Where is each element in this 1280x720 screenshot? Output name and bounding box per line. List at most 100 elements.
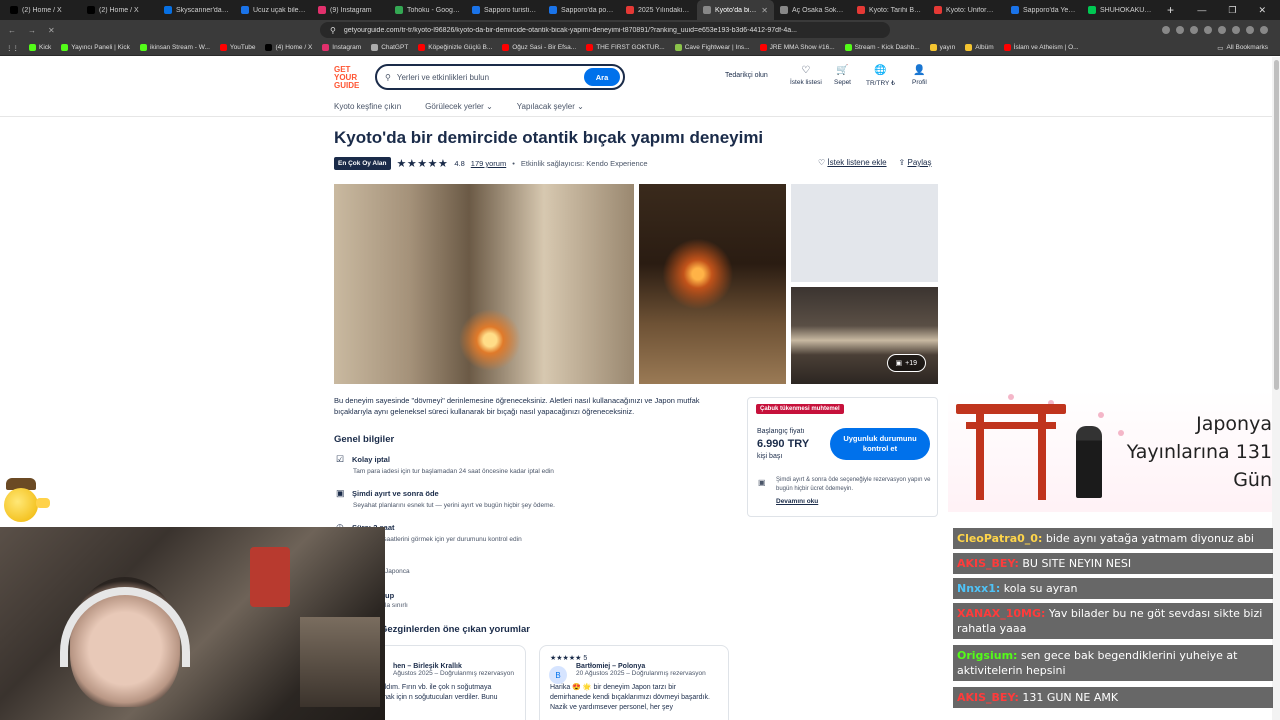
extension-icon[interactable]: [1218, 26, 1226, 34]
address-bar[interactable]: ⚲ getyourguide.com/tr-tr/kyoto-l96826/ky…: [320, 22, 890, 38]
meta-separator: •: [512, 159, 515, 168]
bookmarks-bar: ⋮⋮ Kick Yayıncı Paneli | Kick ikinsan Stre…: [0, 40, 1280, 56]
bookmark-item[interactable]: ikinsan Stream - W...: [139, 44, 210, 51]
close-tab-icon[interactable]: ✕: [761, 6, 768, 15]
stop-icon[interactable]: ✕: [48, 26, 55, 35]
header-user-button[interactable]: 👤 Profil: [912, 66, 927, 87]
back-icon[interactable]: ←: [8, 26, 16, 35]
extension-icon[interactable]: [1204, 26, 1212, 34]
tab-favicon-icon: [472, 6, 480, 14]
site-info-icon[interactable]: ⚲: [330, 26, 336, 35]
extension-icon[interactable]: [1190, 26, 1198, 34]
bookmark-item[interactable]: (4) Home / X: [265, 44, 312, 51]
browser-tab[interactable]: (9) Instagram: [312, 0, 389, 20]
rating-stars: ★★★★★: [396, 158, 449, 170]
extension-icon[interactable]: [1176, 26, 1184, 34]
tab-favicon-icon: [10, 6, 18, 14]
info-fragment: Japonca: [385, 568, 410, 575]
subnav-item[interactable]: Kyoto keşfine çıkın: [334, 102, 401, 111]
menu-icon[interactable]: [1260, 26, 1268, 34]
more-photos-button[interactable]: ▣ +19: [886, 354, 926, 372]
photo-main[interactable]: [334, 184, 634, 384]
browser-tab[interactable]: (2) Home / X: [81, 0, 158, 20]
profile-icon[interactable]: [1246, 26, 1254, 34]
share-action[interactable]: ⇪ Paylaş: [899, 158, 932, 167]
bookmark-item[interactable]: Köpeğinizle Güçlü B...: [418, 44, 492, 51]
browser-tab[interactable]: 2025 Yılındaki EN P: [620, 0, 697, 20]
new-tab-icon[interactable]: +: [1167, 3, 1174, 17]
bookmark-item[interactable]: Cave Fightwear | Ins...: [674, 44, 750, 51]
browser-tab[interactable]: SHUHOKAKU KOGE: [1082, 0, 1159, 20]
bookmark-item[interactable]: yayın: [929, 44, 955, 51]
bookmark-item[interactable]: Yayıncı Paneli | Kick: [61, 44, 130, 51]
browser-tab[interactable]: Ucuz uçak bileti en: [235, 0, 312, 20]
info-subtitle: Tam para iadesi için tur başlamadan 24 s…: [353, 468, 554, 475]
bookmark-item[interactable]: Kick: [29, 44, 51, 51]
browser-tab[interactable]: Aç Osaka Sokak Ye: [774, 0, 851, 20]
price-from-label: Başlangıç fiyatı: [757, 428, 805, 435]
bookmark-item[interactable]: ChatGPT: [371, 44, 408, 51]
bookmark-icon: [502, 44, 510, 51]
apps-icon[interactable]: ⋮⋮: [6, 44, 19, 52]
header-heart-button[interactable]: ♡ İstek listesi: [790, 66, 822, 87]
forward-icon[interactable]: →: [28, 26, 36, 35]
reserve-note: Şimdi ayırt & sonra öde seçeneğiyle reze…: [776, 477, 931, 492]
check-availability-button[interactable]: Uygunluk durumunu kontrol et: [830, 428, 930, 460]
browser-tab[interactable]: Kyoto'da bir de ✕: [697, 0, 774, 20]
search-bar[interactable]: ⚲ Yerleri ve etkinlikleri bulun Ara: [375, 64, 625, 90]
bookmark-icon: [29, 44, 36, 51]
emoji-mascot: [2, 478, 50, 526]
chat-username: Origsium:: [957, 649, 1018, 662]
browser-tab[interactable]: Tohoku - Google M: [389, 0, 466, 20]
extension-icon[interactable]: [1162, 26, 1170, 34]
bookmark-item[interactable]: Instagram: [322, 44, 361, 51]
minimize-icon[interactable]: —: [1197, 5, 1206, 16]
search-button[interactable]: Ara: [584, 68, 620, 86]
subnav-item[interactable]: Görülecek yerler: [425, 102, 493, 111]
close-window-icon[interactable]: ✕: [1258, 5, 1266, 16]
maximize-icon[interactable]: ❐: [1228, 5, 1236, 16]
photo-placeholder[interactable]: [791, 184, 938, 282]
bookmark-item[interactable]: Oğuz Sasi - Bir Efsa...: [502, 44, 576, 51]
extension-icon[interactable]: [1232, 26, 1240, 34]
review-card[interactable]: B ★★★★★ 5 Bartłomiej – Polonya 20 Ağustos 2…: [539, 645, 729, 720]
browser-tab[interactable]: Skyscanner'da Okin: [158, 0, 235, 20]
browser-tab[interactable]: Sapporo turistik ne: [466, 0, 543, 20]
reviews-link[interactable]: 179 yorum: [471, 159, 506, 168]
scrollbar-thumb[interactable]: [1274, 60, 1279, 390]
tab-title: Aç Osaka Sokak Ye: [792, 6, 845, 14]
folder-icon: ▭: [1217, 44, 1224, 52]
tab-title: (2) Home / X: [99, 6, 139, 14]
chat-message: Origsium: sen gece bak begendiklerini yu…: [953, 645, 1273, 681]
photo-forging[interactable]: [639, 184, 786, 384]
bookmark-item[interactable]: JRE MMA Show #16...: [759, 44, 835, 51]
tab-title: Skyscanner'da Okin: [176, 6, 229, 14]
browser-tab[interactable]: (2) Home / X: [4, 0, 81, 20]
browser-tab[interactable]: Sapporo'da popüle: [543, 0, 620, 20]
bookmark-item[interactable]: İslam ve Atheism | O...: [1003, 44, 1079, 51]
bookmark-item[interactable]: YouTube: [219, 44, 255, 51]
header-globe-button[interactable]: 🌐 TR/TRY ₺: [866, 66, 895, 88]
reviewer-name: Bartłomiej – Polonya: [576, 663, 646, 670]
become-supplier-link[interactable]: Tedarikçi olun: [725, 72, 768, 79]
info-title-row: ☑ Kolay iptal: [336, 454, 554, 465]
bookmark-item[interactable]: Albüm: [965, 44, 994, 51]
getyourguide-logo[interactable]: GET YOUR GUIDE: [334, 66, 364, 90]
browser-tab[interactable]: Kyoto: Tarihi Bir Ko: [851, 0, 928, 20]
bookmark-item[interactable]: Stream - Kick Dashb...: [844, 44, 920, 51]
all-bookmarks[interactable]: ▭ All Bookmarks: [1217, 44, 1280, 52]
wishlist-action[interactable]: ♡ İstek listene ekle: [818, 158, 887, 167]
chat-message: AKIS_BEY: 131 GUN NE AMK: [953, 687, 1273, 708]
booking-card: Çabuk tükenmesi muhtemel Başlangıç fiyat…: [747, 397, 938, 517]
bookmark-item[interactable]: THE FIRST GOKTUR...: [586, 44, 665, 51]
header-cart-button[interactable]: 🛒 Sepet: [834, 66, 851, 87]
calendar-check-icon: ☑: [336, 454, 345, 464]
photo-hallway[interactable]: ▣ +19: [791, 287, 938, 384]
browser-tab[interactable]: Kyoto: Üniforma ve: [928, 0, 1005, 20]
read-more-link[interactable]: Devamını oku: [776, 498, 818, 505]
browser-tab[interactable]: Sapporo'da Yerel B: [1005, 0, 1082, 20]
search-input[interactable]: Yerleri ve etkinlikleri bulun: [397, 73, 489, 82]
activity-description: Bu deneyim sayesinde "dövmeyi" derinleme…: [334, 396, 700, 416]
subnav-item[interactable]: Yapılacak şeyler: [517, 102, 584, 111]
shelf: [300, 617, 380, 707]
